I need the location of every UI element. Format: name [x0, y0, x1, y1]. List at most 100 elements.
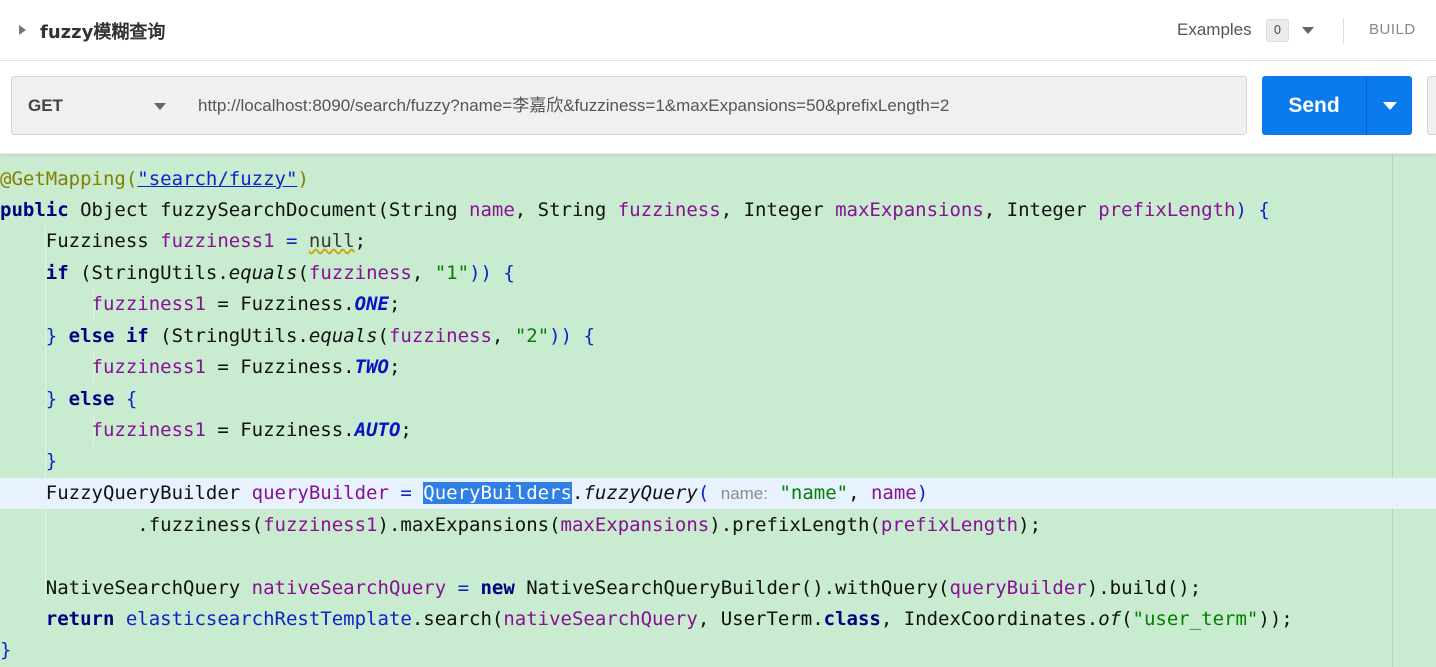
code-token: fuzziness1: [160, 230, 275, 252]
code-token: ).prefixLength(: [709, 514, 881, 536]
code-token: FuzzyQueryBuilder: [0, 482, 252, 504]
code-token: maxExpansions: [560, 514, 710, 536]
code-token: .search(: [411, 608, 504, 630]
save-button-edge[interactable]: [1427, 76, 1436, 135]
code-token: =: [388, 482, 424, 504]
code-token: prefixLength: [1098, 199, 1236, 221]
code-token: );: [1018, 514, 1042, 536]
code-token: null: [308, 230, 355, 252]
code-token: else: [68, 388, 126, 410]
examples-button[interactable]: Examples: [1177, 20, 1252, 40]
code-line-5: fuzziness1 = Fuzziness.ONE;: [0, 289, 1436, 320]
code-token: name: [870, 482, 917, 504]
code-line-4: if (StringUtils.equals(fuzziness, "1")) …: [0, 258, 1436, 289]
code-token: class: [823, 608, 881, 630]
examples-count-badge: 0: [1266, 19, 1289, 42]
code-editor[interactable]: @GetMapping("search/fuzzy") public Objec…: [0, 154, 1436, 667]
code-line-9: fuzziness1 = Fuzziness.AUTO;: [0, 415, 1436, 446]
method-label: GET: [28, 96, 63, 115]
code-token: ).build();: [1086, 577, 1202, 599]
code-token: AUTO: [354, 419, 401, 441]
code-token: {: [125, 388, 138, 410]
code-line-2: public Object fuzzySearchDocument(String…: [0, 195, 1436, 226]
header-divider: [1343, 18, 1344, 44]
code-token: (StringUtils.: [160, 325, 309, 347]
code-token: (: [297, 262, 309, 284]
code-token: of: [1098, 608, 1122, 630]
code-token: fuzziness1: [263, 514, 378, 536]
method-select[interactable]: GET: [11, 76, 185, 135]
code-token: = Fuzziness.: [205, 293, 355, 315]
code-token: = Fuzziness.: [205, 419, 355, 441]
code-token[interactable]: "search/fuzzy": [137, 168, 297, 190]
examples-chevron-down-icon[interactable]: [1302, 27, 1314, 34]
selected-text[interactable]: QueryBuilders: [423, 482, 572, 504]
code-token: nativeSearchQuery: [251, 577, 447, 599]
code-token: fuzziness: [617, 199, 721, 221]
request-bar: GET http://localhost:8090/search/fuzzy?n…: [0, 61, 1436, 154]
code-token: return: [0, 608, 126, 630]
code-token: "1": [434, 262, 470, 284]
code-token: )) {: [549, 325, 595, 347]
code-token: ,: [491, 325, 515, 347]
code-token: equals: [228, 262, 298, 284]
code-token: ;: [388, 293, 401, 315]
code-token: public: [0, 199, 81, 221]
method-chevron-down-icon: [154, 103, 166, 110]
code-token: ): [916, 482, 929, 504]
code-token: fuzziness: [388, 325, 492, 347]
send-options-button[interactable]: [1366, 76, 1412, 135]
code-token: ): [297, 168, 309, 190]
code-token: ;: [354, 230, 367, 252]
code-token: TWO: [354, 356, 389, 378]
code-token: elasticsearchRestTemplate: [125, 608, 412, 630]
code-token: else if: [68, 325, 161, 347]
code-token: fuzziness1: [0, 356, 206, 378]
request-title[interactable]: fuzzy模糊查询: [40, 18, 165, 44]
parameter-hint: name:: [720, 484, 768, 503]
code-token: queryBuilder: [251, 482, 389, 504]
code-token: "name": [779, 482, 849, 504]
code-token: , IndexCoordinates.: [880, 608, 1099, 630]
request-header: fuzzy模糊查询 Examples 0 BUILD: [0, 0, 1436, 61]
code-token: }: [0, 388, 69, 410]
code-token: , UserTerm.: [697, 608, 824, 630]
code-token: @GetMapping(: [0, 168, 138, 190]
code-token: (StringUtils.: [80, 262, 229, 284]
code-token: prefixLength: [880, 514, 1019, 536]
code-token: fuzziness1: [0, 419, 206, 441]
url-input[interactable]: http://localhost:8090/search/fuzzy?name=…: [184, 76, 1247, 135]
code-line-8: } else {: [0, 384, 1436, 415]
code-line-3: Fuzziness fuzziness1 = null;: [0, 226, 1436, 257]
code-token: (: [1121, 608, 1133, 630]
expand-arrow-icon[interactable]: [19, 25, 26, 35]
code-token: equals: [308, 325, 378, 347]
code-token: Object fuzzySearchDocument(String: [80, 199, 470, 221]
code-token: )) {: [469, 262, 515, 284]
code-token: nativeSearchQuery: [503, 608, 698, 630]
code-token: ;: [388, 356, 401, 378]
code-line-10: }: [0, 446, 1436, 477]
send-button[interactable]: Send: [1262, 76, 1366, 135]
code-token: ;: [400, 419, 412, 441]
code-token: name: [469, 199, 515, 221]
code-token: ,: [411, 262, 435, 284]
code-token: ).maxExpansions(: [377, 514, 561, 536]
code-line-7: fuzziness1 = Fuzziness.TWO;: [0, 352, 1436, 383]
code-token: ONE: [354, 293, 389, 315]
code-token: (: [697, 482, 721, 504]
code-token: new: [480, 577, 527, 599]
code-token: = Fuzziness.: [205, 356, 355, 378]
code-token: NativeSearchQuery: [0, 577, 252, 599]
code-line-6: } else if (StringUtils.equals(fuzziness,…: [0, 321, 1436, 352]
code-token: (: [377, 325, 389, 347]
code-line-16: }: [0, 635, 1436, 666]
code-token: NativeSearchQueryBuilder().withQuery(: [526, 577, 950, 599]
code-token: "user_term": [1132, 608, 1259, 630]
code-token: , Integer: [720, 199, 836, 221]
code-token: , String: [514, 199, 618, 221]
code-token: fuzziness1: [0, 293, 206, 315]
code-token: =: [274, 230, 309, 252]
build-button[interactable]: BUILD: [1369, 21, 1416, 38]
code-token: }: [0, 639, 12, 661]
